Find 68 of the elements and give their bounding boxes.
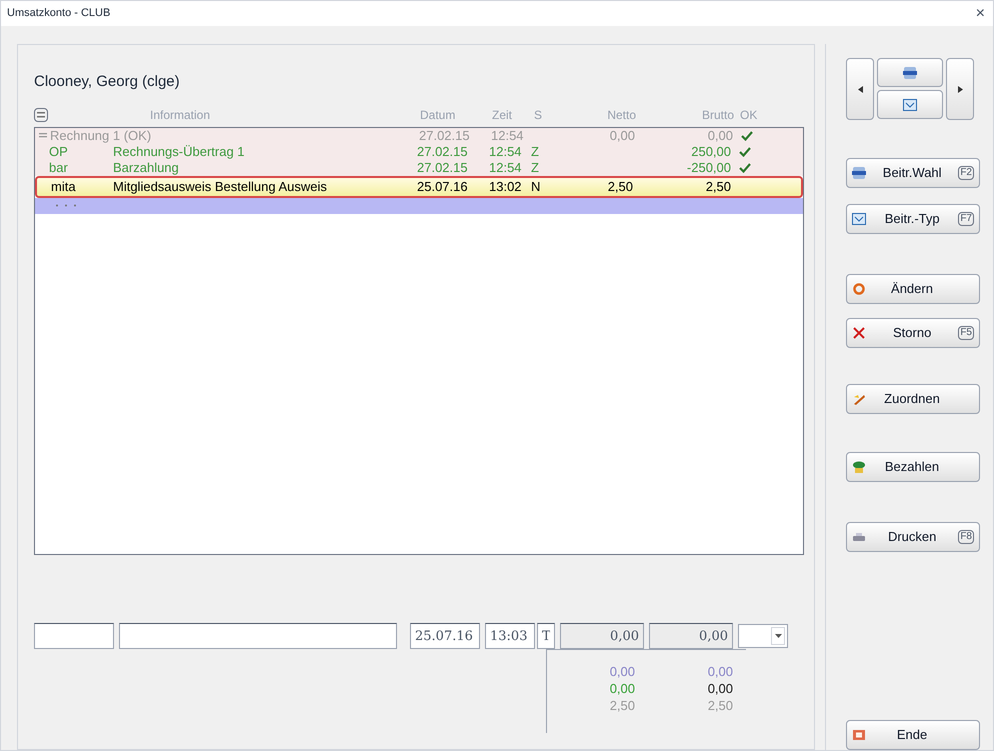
printer-icon [852,531,866,543]
gross-field[interactable]: 0,00 [649,623,733,649]
table-cell-text: Barzahlung [113,159,180,178]
coins-icon [852,461,866,473]
action-button[interactable]: Beitr.-Typ F7 [846,204,980,234]
time-field[interactable]: 13:03 [485,623,535,649]
card-icon [903,98,917,110]
date-field[interactable]: 25.07.16 [410,623,480,649]
table-cell-text: 2,50 [606,178,633,196]
table-cell-text: 12:54 [491,127,525,146]
window-title: Umsatzkonto - CLUB [7,6,110,22]
table-cell-text: mita [50,178,77,196]
cross-icon [852,327,866,339]
table-cell-text: 12:54 [489,159,523,178]
dropdown-field[interactable] [738,624,788,648]
information-field[interactable] [119,623,397,649]
table-cell-text: 27.02.15 [417,143,469,162]
table-cell-text: Rechnungs-Übertrag 1 [113,143,246,162]
group-label: Rechnung 1 (OK) [49,127,152,145]
total-value: 2,50 [608,697,635,713]
table-cell-text: 0,00 [706,127,733,146]
table-cell-text: bar [48,159,69,178]
action-button[interactable]: Ändern [846,274,980,304]
square-icon [852,729,866,741]
shortcut-key-badge: F2 [958,166,974,180]
table-cell-text: 2,50 [704,178,731,196]
minus-card-icon [852,167,866,179]
net-field[interactable]: 0,00 [560,623,644,649]
code-field[interactable] [34,623,114,649]
table-cell-text: 27.02.15 [419,127,471,146]
total-value: 0,00 [608,680,635,696]
action-button[interactable]: Ende [846,720,980,750]
table-cell-text: Z [531,143,540,162]
action-button[interactable]: Drucken F8 [846,522,980,552]
select-button[interactable] [877,58,943,87]
right-triangle-icon [958,86,962,92]
table-cell-text: Mitgliedsausweis Bestellung Ausweis [113,178,328,196]
total-value: 2,50 [706,697,733,713]
pencil-icon [852,393,866,405]
action-button[interactable]: Zuordnen [846,384,980,414]
table-cell-text: 13:02 [489,178,523,196]
total-value: 0,00 [608,663,635,679]
member-name: Clooney, Georg (clge) [34,72,181,92]
left-triangle-icon [858,86,862,92]
shortcut-key-badge: F5 [958,326,974,340]
circle-icon [852,283,866,295]
total-value: 0,00 [706,680,733,696]
action-button[interactable]: Storno F5 [846,318,980,348]
table-cell-text: 12:54 [489,143,523,162]
minus-card-icon [903,66,917,78]
table-cell-text: 25.07.16 [417,178,469,196]
table-cell-text: OP [48,143,69,162]
action-button[interactable]: Beitr.Wahl F2 [846,158,980,188]
table-cell-text: N [531,178,542,196]
action-button[interactable]: Bezahlen [846,452,980,482]
expander-icon[interactable] [39,132,48,140]
table-cell-text: 27.02.15 [417,159,469,178]
collapse-all-icon[interactable] [34,108,48,122]
shortcut-key-badge: F8 [958,530,974,544]
card-icon [852,213,866,225]
type-button[interactable] [877,90,943,119]
table-cell-text: -250,00 [686,159,731,178]
table-cell-text: 250,00 [690,143,731,162]
table-cell-text: Z [531,159,540,178]
close-button[interactable]: × [976,6,985,22]
shortcut-key-badge: F7 [958,212,974,226]
table-cell-text: 0,00 [608,127,635,146]
total-value: 0,00 [706,663,733,679]
